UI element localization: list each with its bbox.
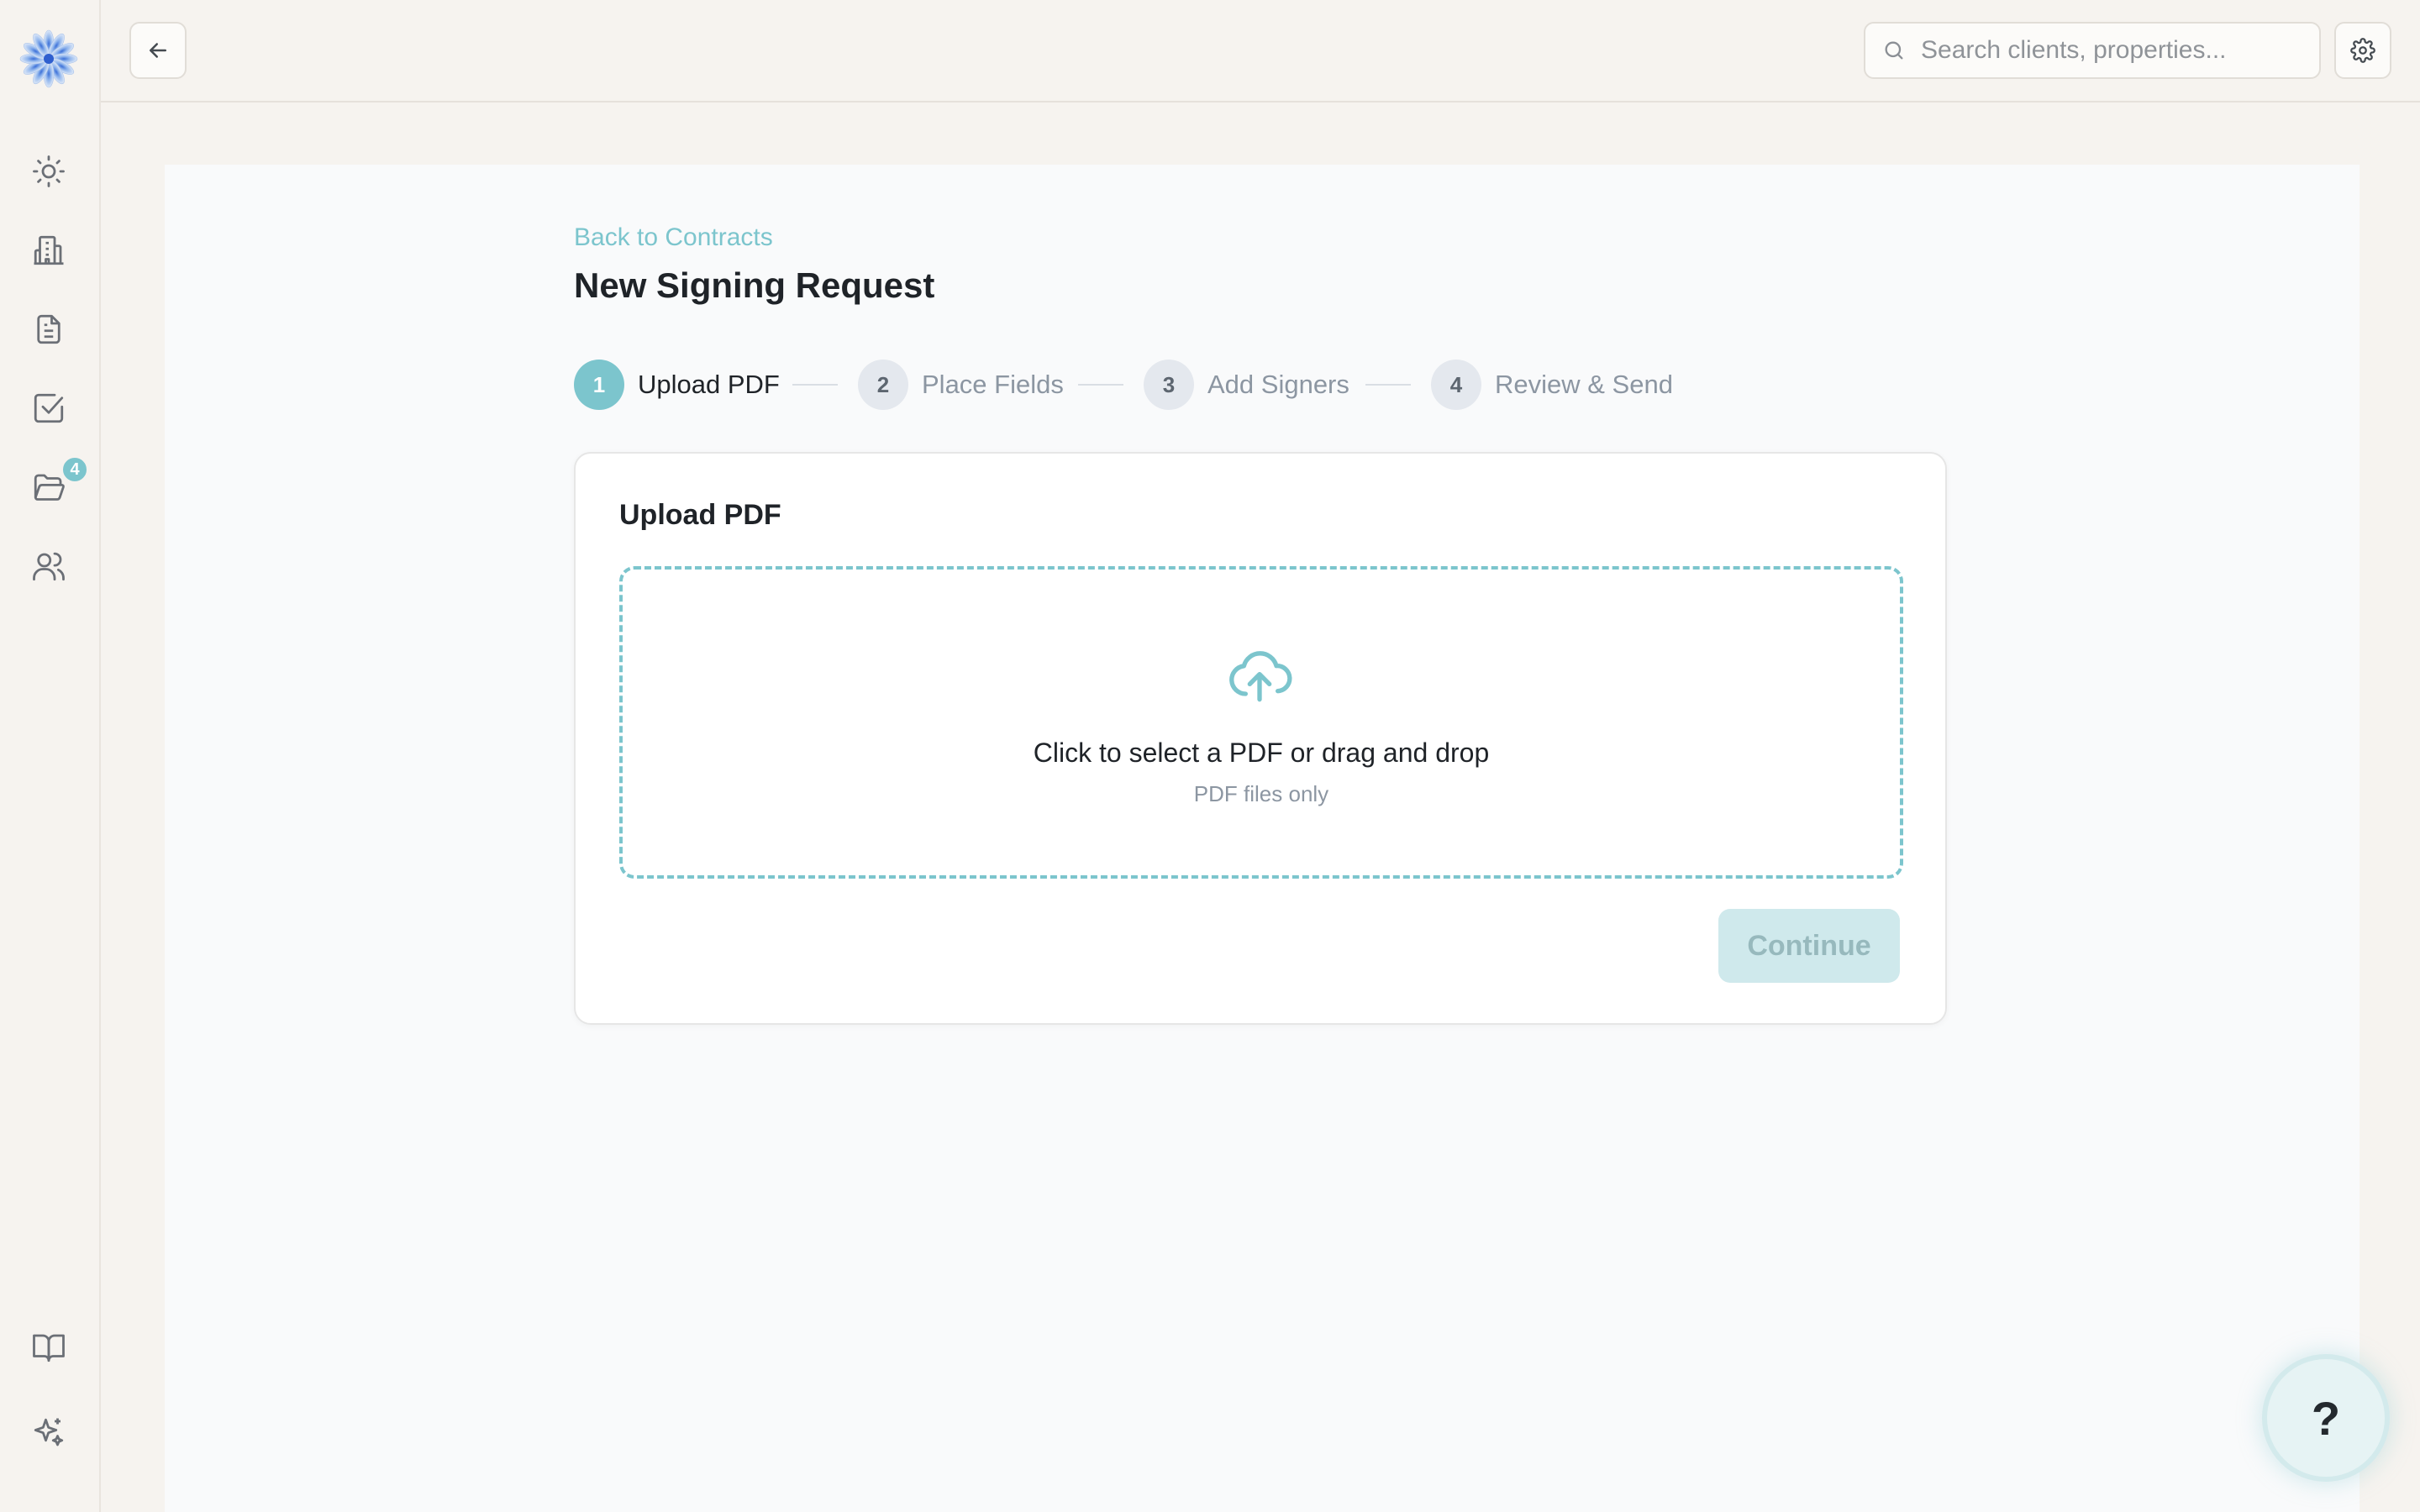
document-icon — [37, 314, 60, 344]
sidebar-item-ai-assistant[interactable] — [25, 1410, 72, 1457]
settings-button[interactable] — [2334, 22, 2391, 79]
building-icon — [34, 235, 64, 265]
app-root: 4 Search clients, properties... Back to … — [0, 0, 2420, 1512]
sidebar-item-contracts[interactable] — [25, 306, 72, 353]
card-title: Upload PDF — [619, 499, 781, 531]
step-add-signers[interactable]: 3 Add Signers — [1144, 360, 1349, 410]
dropzone-subtext: PDF files only — [1193, 781, 1329, 806]
logo-icon[interactable] — [18, 29, 79, 89]
sidebar-item-properties[interactable] — [25, 227, 72, 274]
upload-card: Upload PDF Click to select a PDF or drag… — [574, 452, 1947, 1025]
step-place-fields[interactable]: 2 Place Fields — [858, 360, 1064, 410]
step-label: Add Signers — [1207, 370, 1349, 399]
search-box[interactable] — [1864, 22, 2321, 79]
step-connector — [1078, 384, 1123, 386]
step-label: Review & Send — [1495, 370, 1673, 399]
arrow-left-icon — [150, 43, 166, 58]
checkbox-icon — [34, 393, 64, 423]
sidebar-item-tasks[interactable] — [25, 385, 72, 432]
step-review-send[interactable]: 4 Review & Send — [1431, 360, 1673, 410]
users-icon — [33, 552, 65, 581]
back-button[interactable] — [129, 22, 187, 79]
files-badge: 4 — [60, 455, 89, 484]
book-open-icon — [33, 1334, 65, 1362]
help-button[interactable]: ? — [2262, 1354, 2390, 1482]
gear-icon — [2350, 38, 2375, 63]
search-input[interactable] — [1921, 36, 2307, 65]
search-icon — [1885, 41, 1903, 60]
step-label: Place Fields — [922, 370, 1064, 399]
sidebar-item-dashboard[interactable] — [25, 148, 72, 195]
back-to-contracts-link[interactable]: Back to Contracts — [574, 223, 773, 252]
step-upload-pdf[interactable]: 1 Upload PDF — [574, 360, 780, 410]
cloud-upload-icon — [1229, 651, 1292, 702]
topbar — [101, 0, 2420, 102]
main-panel: Back to Contracts New Signing Request 1 … — [165, 165, 2360, 1512]
step-number: 4 — [1431, 360, 1481, 410]
step-connector — [1365, 384, 1411, 386]
sidebar-item-files[interactable]: 4 — [25, 455, 89, 511]
continue-button[interactable]: Continue — [1718, 909, 1900, 983]
step-number: 3 — [1144, 360, 1194, 410]
sidebar-item-clients[interactable] — [25, 543, 72, 590]
step-connector — [792, 384, 838, 386]
sidebar: 4 — [0, 0, 101, 1512]
sparkles-icon — [34, 1418, 64, 1446]
step-label: Upload PDF — [638, 370, 780, 399]
sidebar-item-guide[interactable] — [25, 1324, 72, 1371]
sun-icon — [33, 155, 65, 187]
page-title: New Signing Request — [574, 265, 935, 305]
step-number: 2 — [858, 360, 908, 410]
pdf-dropzone[interactable]: Click to select a PDF or drag and drop P… — [619, 566, 1903, 879]
step-number: 1 — [574, 360, 624, 410]
dropzone-text: Click to select a PDF or drag and drop — [1033, 738, 1490, 768]
